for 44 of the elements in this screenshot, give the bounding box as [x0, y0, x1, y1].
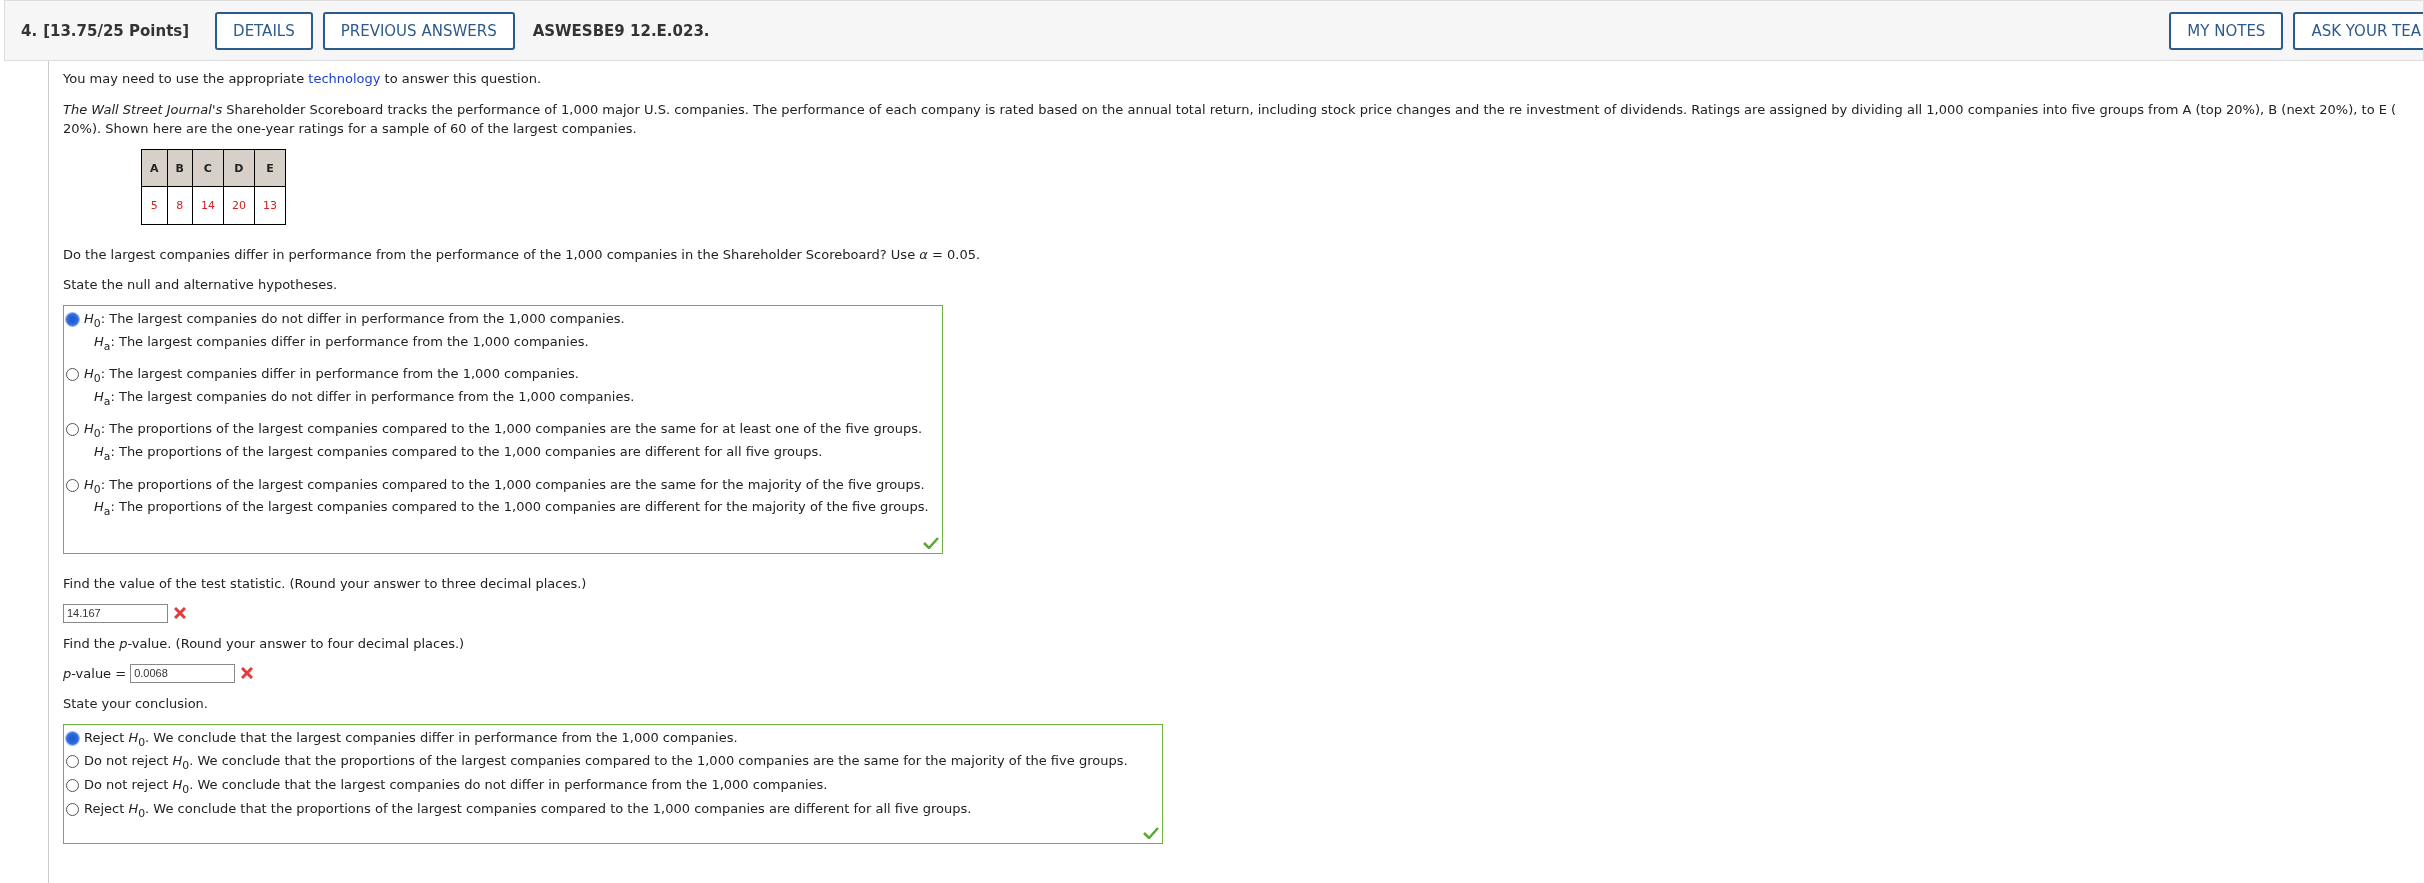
test-statistic-field[interactable]: 14.167: [63, 603, 168, 623]
table-header-cell: B: [167, 149, 193, 187]
question-text: Do the largest companies differ in performance from the performance of the 1,000 companies in the Shareholder Scoreboard? Use α = 0.05.: [63, 246, 982, 264]
conclusion-option: Reject H$_{0}$. We conclude that the proportions of the largest companies compared to the 1,000 companies are different for all five groups.: [84, 799, 972, 822]
table-header-cell: D: [223, 149, 255, 187]
question-number: 4.: [21, 21, 38, 40]
table-cell: 5: [141, 186, 167, 225]
null-hypothesis: H$_{0}$: The proportions of the largest companies compared to the 1,000 companies are the same for the majority of the five groups.: [84, 475, 926, 498]
conclusion-option: Reject H$_{0}$. We conclude that the largest companies differ in performance from the 1,000 companies.: [84, 728, 738, 751]
table-cell: 8: [167, 186, 193, 225]
p-value-label: p-value =: [63, 665, 127, 681]
alternative-hypothesis: H$_{a}$: The proportions of the largest companies compared to the 1,000 companies are different for the majority of the five groups.: [94, 498, 929, 520]
instruction-text: You may need to use the appropriate technology to answer this question.: [63, 70, 543, 88]
previous-answers-button[interactable]: PREVIOUS ANSWERS: [322, 11, 515, 50]
points-label: [13.75/25 Points]: [43, 21, 190, 40]
conclusion-prompt: State your conclusion.: [63, 694, 209, 713]
alternative-hypothesis: H$_{a}$: The proportions of the largest companies compared to the 1,000 companies are different for all five groups.: [94, 442, 824, 465]
checkmark-icon: [923, 536, 939, 549]
conclusion-option: Do not reject H$_{0}$. We conclude that the largest companies do not differ in performance from the 1,000 companies.: [84, 775, 828, 798]
table-header-cell: C: [192, 149, 224, 187]
test-statistic-prompt: Find the value of the test statistic. (Round your answer to three decimal places.): [63, 574, 588, 593]
p-value-prompt: Find the p-value. (Round your answer to four decimal places.): [63, 634, 466, 653]
table-cell: 14: [192, 186, 224, 225]
problem-description: The Wall Street Journal's Shareholder Scoreboard tracks the performance of 1,000 major U.S. companies. The performance of each company is rated based on the annual total return, including stock price changes and the re investment of dividends. Ratings are assigned by dividing all 1,000 companies into five groups from A (top 20%), B (next 20%), to E ( 20%). Shown here are the one-year ratings for a sample of 60 of the largest companies.: [63, 101, 2398, 138]
radio-button[interactable]: [66, 731, 79, 745]
table-cell: 20: [223, 186, 255, 225]
question-code: ASWESBE9 12.E.023.: [532, 21, 710, 40]
hypotheses-prompt: State the null and alternative hypotheses.: [63, 276, 339, 294]
ask-teacher-button[interactable]: ASK YOUR TEA: [2293, 11, 2423, 50]
details-button[interactable]: DETAILS: [215, 11, 313, 50]
table-cell: 13: [254, 186, 286, 225]
alternative-hypothesis: H$_{a}$: The largest companies do not differ in performance from the 1,000 companies.: [94, 387, 635, 410]
conclusion-option: Do not reject H$_{0}$. We conclude that the proportions of the largest companies compared to the 1,000 companies are the same for the majority of the five groups.: [84, 752, 1128, 774]
p-value-field[interactable]: 0.0068: [130, 663, 236, 683]
checkmark-icon: [1143, 827, 1159, 840]
radio-button[interactable]: [66, 313, 79, 326]
null-hypothesis: H$_{0}$: The largest companies differ in performance from the 1,000 companies.: [84, 365, 580, 387]
my-notes-button[interactable]: MY NOTES: [2169, 11, 2284, 50]
table-header-cell: E: [254, 149, 286, 187]
technology-link[interactable]: technology: [308, 71, 381, 86]
table-header-cell: A: [141, 149, 167, 187]
alternative-hypothesis: H$_{a}$: The largest companies differ in performance from the 1,000 companies.: [94, 332, 590, 355]
null-hypothesis: H$_{0}$: The largest companies do not differ in performance from the 1,000 companies.: [84, 310, 625, 332]
null-hypothesis: H$_{0}$: The proportions of the largest companies compared to the 1,000 companies are the same for at least one of the five groups.: [84, 420, 923, 442]
